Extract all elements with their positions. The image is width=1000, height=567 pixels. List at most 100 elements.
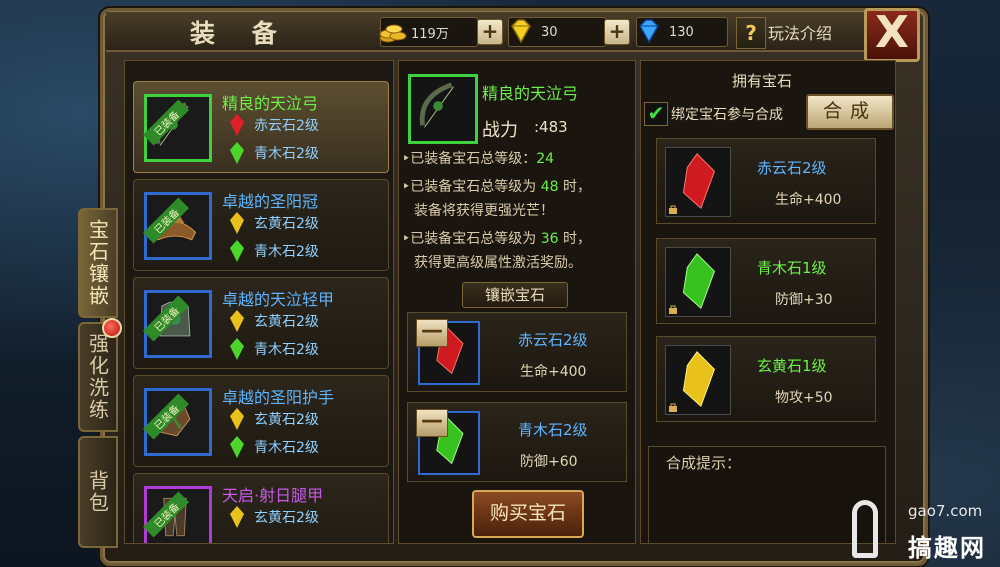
- buy-gem-button[interactable]: 购买宝石: [472, 490, 584, 538]
- add-yuanbao-button[interactable]: +: [604, 19, 630, 45]
- owned-gem-row[interactable]: 赤云石2级 生命+400: [656, 138, 876, 224]
- watermark-logo: [852, 500, 878, 558]
- owned-gem-stat: 生命+400: [775, 192, 842, 208]
- item-name: 天启·射日腿甲: [222, 486, 324, 505]
- socket-gem-name: 赤云石2级: [518, 331, 588, 349]
- gem-name: 玄黄石2级: [254, 216, 319, 232]
- gem-name: 赤云石2级: [254, 118, 319, 134]
- item-name: 卓越的圣阳冠: [222, 192, 319, 211]
- green-gem-icon: [230, 240, 244, 262]
- selected-item-name: 精良的天泣弓: [482, 84, 579, 103]
- bind-gem-checkbox[interactable]: ✔: [644, 102, 668, 126]
- info-number: 24: [536, 151, 555, 167]
- tab-enhance-refine[interactable]: 强化洗练: [78, 322, 118, 432]
- yellow-diamond-icon: [511, 19, 531, 44]
- info-line: ‣已装备宝石总等级为 36 时，: [402, 228, 591, 250]
- watermark-site: gao7.com: [908, 502, 983, 520]
- owned-gem-slot: [665, 147, 731, 217]
- gem-line: 玄黄石2级: [230, 506, 319, 528]
- add-gold-button[interactable]: +: [477, 19, 503, 45]
- info-text: 已装备宝石总等级：: [410, 151, 537, 167]
- yellow-gem-icon: [230, 408, 244, 430]
- equipment-row[interactable]: 已装备 卓越的圣阳护手 玄黄石2级 青木石2级: [133, 375, 389, 467]
- socket-gem-name: 青木石2级: [518, 421, 588, 439]
- equipment-row[interactable]: 已装备 卓越的天泣轻甲 玄黄石2级 青木石2级: [133, 277, 389, 369]
- green-gem-icon: [230, 436, 244, 458]
- info-line: ‣已装备宝石总等级为 48 时，: [402, 176, 591, 198]
- green-gem-icon: [230, 142, 244, 164]
- selected-item-slot: [408, 74, 478, 144]
- gold-amount: 119万: [411, 26, 449, 42]
- info-text: 时，: [558, 179, 591, 195]
- power-value: :483: [534, 118, 568, 136]
- owned-gem-row[interactable]: 青木石1级 防御+30: [656, 238, 876, 324]
- lock-icon: [669, 205, 677, 214]
- yuanbao-amount: 30: [541, 24, 558, 40]
- gem-name: 青木石2级: [254, 342, 319, 358]
- owned-gem-name: 玄黄石1级: [757, 357, 827, 375]
- gem-name: 玄黄石2级: [254, 510, 319, 526]
- yellow-gem-icon: [230, 506, 244, 528]
- lock-icon: [669, 403, 677, 412]
- item-name: 卓越的天泣轻甲: [222, 290, 335, 309]
- owned-gem-stat: 防御+30: [775, 292, 833, 308]
- compose-hint-label: 合成提示：: [666, 454, 742, 472]
- info-text: 获得更高级属性激活奖励。: [414, 255, 582, 271]
- item-slot: 已装备: [143, 388, 212, 456]
- gem-line: 青木石2级: [230, 142, 319, 164]
- equipment-row[interactable]: 已装备 卓越的圣阳冠 玄黄石2级 青木石2级: [133, 179, 389, 271]
- equipment-row[interactable]: 已装备 精良的天泣弓 赤云石2级 青木石2级: [133, 81, 389, 173]
- info-number: 36: [540, 231, 559, 247]
- owned-gem-name: 赤云石2级: [757, 159, 827, 177]
- window-title: 装 备: [190, 19, 291, 48]
- diamond-amount: 130: [669, 24, 694, 40]
- blue-diamond-icon: [639, 19, 659, 44]
- gem-line: 玄黄石2级: [230, 310, 319, 332]
- gem-name: 玄黄石2级: [254, 314, 319, 330]
- owned-gem-slot: [665, 247, 731, 317]
- watermark-name: 搞趣网: [908, 534, 986, 562]
- gem-line: 青木石2级: [230, 338, 319, 360]
- gem-line: 玄黄石2级: [230, 212, 319, 234]
- item-slot: 已装备: [143, 192, 212, 260]
- item-slot: 已装备: [143, 486, 212, 543]
- remove-gem-button[interactable]: —: [416, 319, 448, 347]
- gem-socket[interactable]: — 赤云石2级 生命+400: [407, 312, 627, 392]
- gem-line: 青木石2级: [230, 436, 319, 458]
- equipment-row[interactable]: 已装备 天启·射日腿甲 玄黄石2级: [133, 473, 389, 543]
- gem-name: 青木石2级: [254, 146, 319, 162]
- power-label: 战力: [482, 120, 518, 141]
- compose-button[interactable]: 合成: [806, 94, 894, 130]
- bow-icon: [419, 82, 454, 128]
- tab-backpack[interactable]: 背包: [78, 436, 118, 548]
- help-icon[interactable]: ?: [736, 17, 766, 49]
- notification-dot: [102, 318, 122, 338]
- remove-gem-button[interactable]: —: [416, 409, 448, 437]
- owned-gem-stat: 物攻+50: [775, 390, 833, 406]
- gameplay-intro-link[interactable]: 玩法介绍: [768, 20, 832, 44]
- equipment-list: 已装备 精良的天泣弓 赤云石2级 青木石2级 已装备 卓越的圣阳冠 玄黄石2级 …: [124, 60, 394, 544]
- gem-line: 青木石2级: [230, 240, 319, 262]
- item-name: 卓越的圣阳护手: [222, 388, 335, 407]
- bind-gem-label: 绑定宝石参与合成: [671, 107, 783, 123]
- item-slot: 已装备: [143, 290, 212, 358]
- socket-gem-stat: 防御+60: [520, 454, 578, 470]
- tab-gem-inlay[interactable]: 宝石镶嵌: [78, 208, 118, 318]
- info-text: 已装备宝石总等级为: [410, 231, 541, 247]
- lock-icon: [669, 305, 677, 314]
- owned-gem-slot: [665, 345, 731, 415]
- close-button[interactable]: X: [864, 8, 920, 62]
- info-line: 装备将获得更强光芒！: [414, 200, 554, 222]
- info-number: 48: [540, 179, 559, 195]
- gem-socket[interactable]: — 青木石2级 防御+60: [407, 402, 627, 482]
- info-text: 时，: [558, 231, 591, 247]
- yellow-gem-icon: [230, 212, 244, 234]
- owned-gem-name: 青木石1级: [757, 259, 827, 277]
- owned-gem-row[interactable]: 玄黄石1级 物攻+50: [656, 336, 876, 422]
- gem-name: 玄黄石2级: [254, 412, 319, 428]
- owned-gems-title: 拥有宝石: [732, 72, 793, 90]
- gem-line: 赤云石2级: [230, 114, 319, 136]
- gold-coins-icon: [379, 24, 407, 43]
- info-text: 已装备宝石总等级为: [410, 179, 541, 195]
- info-line: ‣已装备宝石总等级：24: [402, 148, 554, 170]
